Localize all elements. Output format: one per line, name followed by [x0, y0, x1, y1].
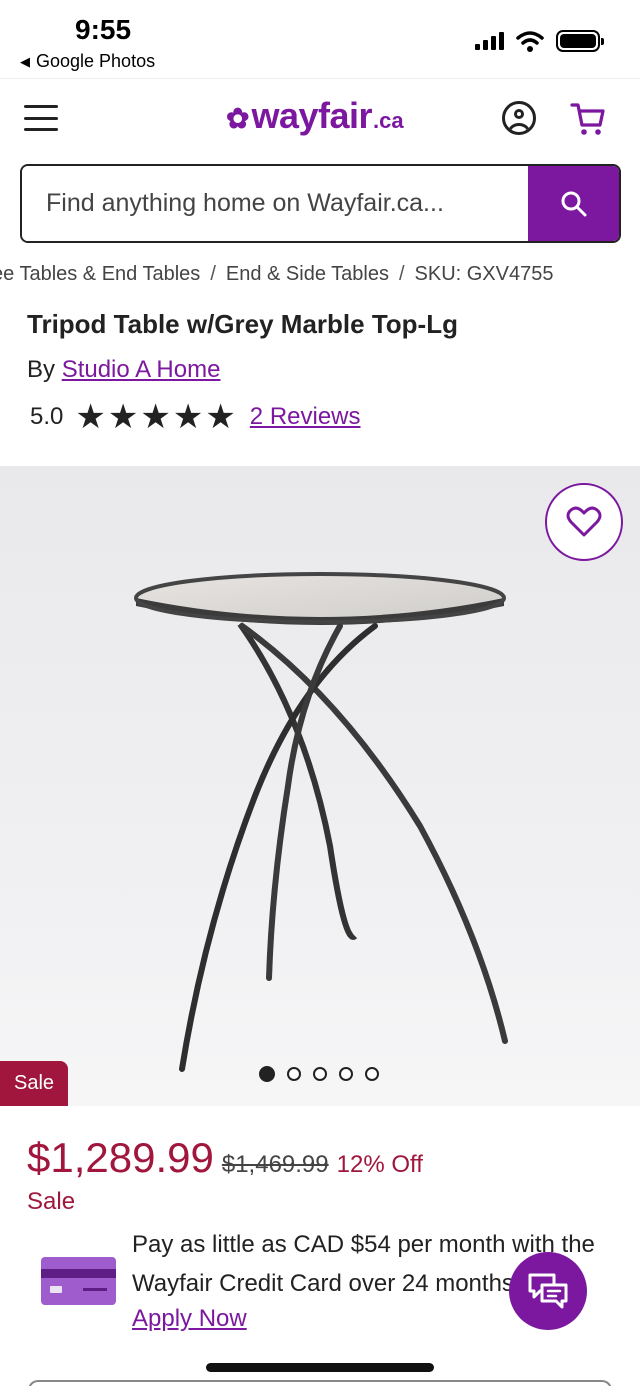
back-app-label: Google Photos	[36, 51, 156, 71]
back-triangle-icon: ◀	[20, 53, 30, 69]
star-rating[interactable]: ★ ★ ★ ★ ★	[75, 398, 236, 436]
search-bar	[20, 164, 621, 243]
wifi-icon	[516, 31, 544, 52]
star-icon: ★	[75, 398, 106, 436]
clock: 9:55	[75, 14, 132, 45]
back-to-app-link[interactable]: ◀ Google Photos	[20, 51, 155, 72]
breadcrumb: ee Tables & End Tables / End & Side Tabl…	[0, 263, 640, 293]
breadcrumb-item-coffee-end-tables[interactable]: ee Tables & End Tables	[0, 263, 200, 286]
image-carousel-dots	[259, 1066, 379, 1082]
logo-mark-icon: ✿	[226, 103, 250, 134]
account-icon[interactable]	[502, 101, 536, 135]
star-icon: ★	[172, 398, 204, 436]
search-input[interactable]	[22, 166, 528, 241]
star-icon: ★	[140, 398, 171, 436]
heart-icon	[566, 506, 602, 537]
carousel-dot-active[interactable]	[259, 1066, 275, 1082]
carousel-dot[interactable]	[287, 1067, 301, 1081]
original-price: $1,469.99	[221, 1151, 329, 1178]
next-section-edge	[28, 1380, 612, 1386]
search-button[interactable]	[528, 166, 619, 241]
carousel-dot[interactable]	[313, 1067, 327, 1081]
apply-now-link[interactable]: Apply Now	[132, 1305, 247, 1333]
breadcrumb-item-end-side-tables[interactable]: End & Side Tables	[226, 263, 389, 286]
wayfair-logo[interactable]: ✿ wayfair .ca	[226, 95, 404, 137]
breadcrumb-separator: /	[210, 263, 216, 285]
rating-value: 5.0	[30, 403, 64, 430]
cart-icon[interactable]	[570, 101, 606, 137]
price-row: $1,289.99 $1,469.99 12% Off	[27, 1134, 423, 1182]
search-icon	[561, 191, 586, 216]
star-icon: ★	[107, 398, 139, 436]
carousel-dot[interactable]	[339, 1067, 353, 1081]
brand-line: By Studio A Home	[27, 356, 220, 384]
carousel-dot[interactable]	[365, 1067, 379, 1081]
sale-badge: Sale	[0, 1061, 68, 1106]
star-icon: ★	[205, 398, 236, 436]
home-indicator[interactable]	[206, 1363, 434, 1372]
brand-link[interactable]: Studio A Home	[62, 356, 221, 383]
battery-icon	[556, 30, 604, 52]
logo-word: wayfair	[251, 95, 373, 136]
chat-button[interactable]	[509, 1252, 587, 1330]
breadcrumb-separator: /	[398, 263, 405, 285]
discount-label: 12% Off	[336, 1151, 423, 1178]
by-label: By	[27, 356, 56, 383]
product-title: Tripod Table w/Grey Marble Top-Lg	[27, 309, 458, 339]
rating-row: 5.0 ★ ★ ★ ★ ★ 2 Reviews	[30, 398, 361, 436]
tripod-table-illustration	[0, 466, 640, 1106]
status-icons	[475, 30, 604, 52]
current-price: $1,289.99	[27, 1134, 214, 1181]
sale-label: Sale	[27, 1188, 76, 1215]
chat-icon	[528, 1273, 568, 1309]
status-bar: 9:55 ◀ Google Photos	[0, 0, 640, 78]
menu-icon[interactable]	[24, 105, 58, 131]
logo-tld: .ca	[373, 108, 404, 133]
breadcrumb-item-sku: SKU: GXV4755	[414, 263, 554, 285]
cellular-signal-icon	[475, 32, 504, 50]
favorite-button[interactable]	[545, 483, 623, 561]
credit-card-icon	[41, 1257, 116, 1305]
reviews-link[interactable]: 2 Reviews	[250, 403, 361, 431]
product-image[interactable]	[0, 466, 640, 1106]
site-header: ✿ wayfair .ca	[0, 78, 640, 158]
